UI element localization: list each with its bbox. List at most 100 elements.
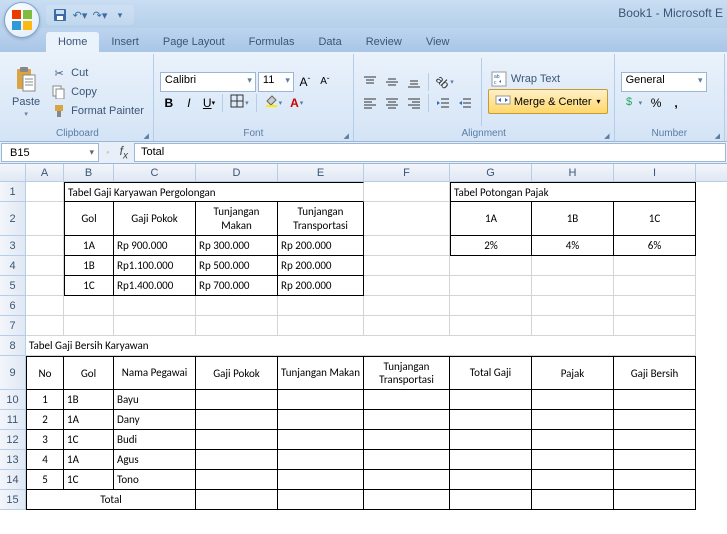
- cell[interactable]: 1A: [64, 236, 114, 256]
- cell[interactable]: [278, 470, 364, 490]
- tab-formulas[interactable]: Formulas: [237, 32, 307, 52]
- cell[interactable]: Tunjangan Transportasi: [278, 202, 364, 236]
- cell[interactable]: Rp 500.000: [196, 256, 278, 276]
- cell[interactable]: Tono: [114, 470, 196, 490]
- cell[interactable]: [614, 490, 696, 510]
- percent-button[interactable]: %: [647, 93, 665, 113]
- cell[interactable]: [364, 202, 450, 236]
- tab-home[interactable]: Home: [46, 32, 99, 52]
- cell[interactable]: [614, 430, 696, 450]
- grow-font-button[interactable]: Aˆ: [296, 72, 314, 92]
- cell[interactable]: [196, 430, 278, 450]
- cell[interactable]: Rp 900.000: [114, 236, 196, 256]
- row-header[interactable]: 13: [0, 450, 26, 470]
- align-right-button[interactable]: [404, 93, 424, 113]
- cell[interactable]: 3: [26, 430, 64, 450]
- cell[interactable]: [364, 470, 450, 490]
- comma-button[interactable]: ,: [667, 93, 685, 113]
- cell[interactable]: [450, 450, 532, 470]
- cell[interactable]: [532, 276, 614, 296]
- cell[interactable]: 1B: [64, 256, 114, 276]
- cell[interactable]: [196, 470, 278, 490]
- cell[interactable]: [64, 296, 114, 316]
- cell[interactable]: [364, 450, 450, 470]
- cell[interactable]: [196, 410, 278, 430]
- cell[interactable]: [364, 410, 450, 430]
- cell[interactable]: Total Gaji: [450, 356, 532, 390]
- column-header[interactable]: C: [114, 164, 196, 181]
- cell[interactable]: Nama Pegawai: [114, 356, 196, 390]
- cell[interactable]: [64, 316, 114, 336]
- cell[interactable]: [614, 256, 696, 276]
- merge-center-button[interactable]: Merge & Center▾: [488, 89, 608, 114]
- cut-button[interactable]: ✂Cut: [48, 64, 147, 82]
- cell[interactable]: [532, 430, 614, 450]
- cell[interactable]: [196, 316, 278, 336]
- cell[interactable]: [614, 450, 696, 470]
- tab-view[interactable]: View: [414, 32, 462, 52]
- cell[interactable]: Rp1.400.000: [114, 276, 196, 296]
- align-middle-button[interactable]: [382, 72, 402, 92]
- cell[interactable]: 1A: [64, 410, 114, 430]
- cell[interactable]: [450, 470, 532, 490]
- qat-customize-icon[interactable]: ▾: [112, 7, 128, 23]
- cell[interactable]: [26, 202, 64, 236]
- cell[interactable]: 1C: [64, 276, 114, 296]
- cell[interactable]: No: [26, 356, 64, 390]
- cell[interactable]: [532, 470, 614, 490]
- cell[interactable]: 1: [26, 390, 64, 410]
- cell[interactable]: Budi: [114, 430, 196, 450]
- cell[interactable]: Gol: [64, 356, 114, 390]
- cell[interactable]: [450, 316, 532, 336]
- cell[interactable]: Gol: [64, 202, 114, 236]
- align-left-button[interactable]: [360, 93, 380, 113]
- cell[interactable]: 2%: [450, 236, 532, 256]
- cell[interactable]: 1B: [64, 390, 114, 410]
- cell[interactable]: Tabel Gaji Karyawan Pergolongan: [64, 182, 364, 202]
- cell[interactable]: [364, 390, 450, 410]
- cell[interactable]: [450, 390, 532, 410]
- cell[interactable]: [614, 390, 696, 410]
- cell[interactable]: [532, 390, 614, 410]
- cell[interactable]: [450, 430, 532, 450]
- tab-insert[interactable]: Insert: [99, 32, 151, 52]
- cell[interactable]: [614, 410, 696, 430]
- name-box[interactable]: B15: [1, 143, 99, 162]
- column-header[interactable]: D: [196, 164, 278, 181]
- column-header[interactable]: E: [278, 164, 364, 181]
- cell[interactable]: [450, 296, 532, 316]
- cell[interactable]: 1C: [64, 470, 114, 490]
- bold-button[interactable]: B: [160, 93, 178, 113]
- cell[interactable]: Rp 200.000: [278, 276, 364, 296]
- font-size-select[interactable]: 11: [258, 72, 294, 92]
- cell[interactable]: 5: [26, 470, 64, 490]
- cell[interactable]: 2: [26, 410, 64, 430]
- cell[interactable]: Rp 700.000: [196, 276, 278, 296]
- cell[interactable]: [278, 430, 364, 450]
- cell[interactable]: Pajak: [532, 356, 614, 390]
- copy-button[interactable]: Copy: [48, 83, 147, 101]
- fx-icon[interactable]: fx: [120, 144, 128, 161]
- align-top-button[interactable]: [360, 72, 380, 92]
- cell[interactable]: [532, 256, 614, 276]
- font-color-button[interactable]: A: [287, 93, 306, 113]
- cell[interactable]: [196, 450, 278, 470]
- formula-input[interactable]: Total: [134, 143, 726, 162]
- align-bottom-button[interactable]: [404, 72, 424, 92]
- cell[interactable]: [278, 410, 364, 430]
- cell[interactable]: 1C: [64, 430, 114, 450]
- cell[interactable]: [532, 296, 614, 316]
- cell[interactable]: [532, 490, 614, 510]
- cell[interactable]: [364, 236, 450, 256]
- tab-data[interactable]: Data: [306, 32, 353, 52]
- redo-icon[interactable]: ↷▾: [92, 7, 108, 23]
- row-header[interactable]: 3: [0, 236, 26, 256]
- tab-page-layout[interactable]: Page Layout: [151, 32, 237, 52]
- cell[interactable]: [196, 296, 278, 316]
- fill-color-button[interactable]: [261, 93, 286, 113]
- cell[interactable]: [614, 316, 696, 336]
- cell[interactable]: 1A: [450, 202, 532, 236]
- row-header[interactable]: 5: [0, 276, 26, 296]
- office-button[interactable]: [4, 2, 40, 38]
- cell[interactable]: [364, 316, 450, 336]
